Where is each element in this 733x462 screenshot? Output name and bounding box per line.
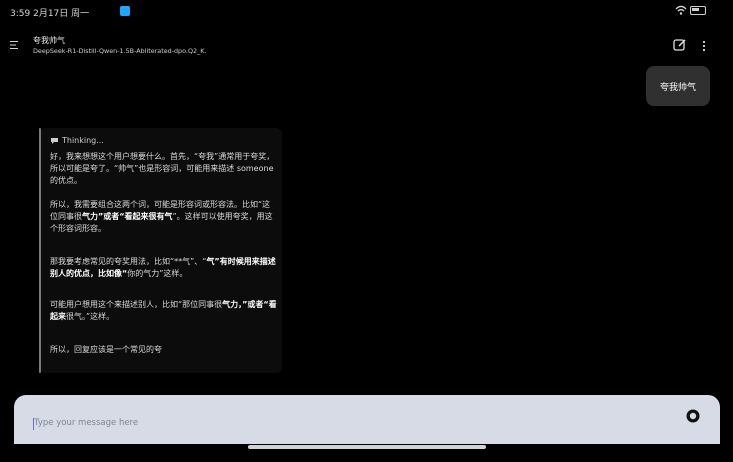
battery-level [692,8,699,11]
thinking-paragraph: 好，我来想想这个用户想要什么。首先，“夸我”通常用于夸奖，所以可能是夸了。“帅气… [50,152,275,185]
app-notification-icon [120,6,130,16]
thinking-label: Thinking... [62,136,104,145]
more-options-icon[interactable] [701,40,707,52]
stop-circle-icon[interactable] [686,409,700,423]
thinking-paragraph: 那我要考虑常见的夸奖用法，比如“**气”、“气”有时候用来描述别人的优点，比如像… [50,257,276,278]
text-cursor [33,418,34,430]
status-bar [0,0,733,28]
thinking-paragraph: 所以，回复应该是一个常见的夸 [50,345,162,354]
status-time: 3:59 2月17日 周一 [10,9,90,19]
menu-icon[interactable] [10,40,22,50]
thinking-header[interactable]: Thinking... [50,136,104,145]
chat-bubble-icon [51,137,58,144]
new-chat-edit-icon[interactable] [673,38,687,52]
home-indicator[interactable] [248,445,486,449]
thinking-paragraph: 所以，我需要组合这两个词，可能是形容词或形容法。比如“这位同事很气力”或者“看起… [50,200,273,233]
model-name: DeepSeek-R1-Distill-Qwen-1.5B-Abliterate… [33,47,207,55]
message-input[interactable]: Type your message here [34,418,138,428]
thinking-indicator-bar [39,128,41,373]
thinking-paragraph: 可能用户想用这个来描述别人，比如“那位同事很气力，”或者“看起来很气。”这样。 [50,300,277,321]
wifi-icon [675,5,687,15]
chat-title: 夸我帅气 [33,36,65,45]
user-message-bubble: 夸我帅气 [646,66,710,106]
